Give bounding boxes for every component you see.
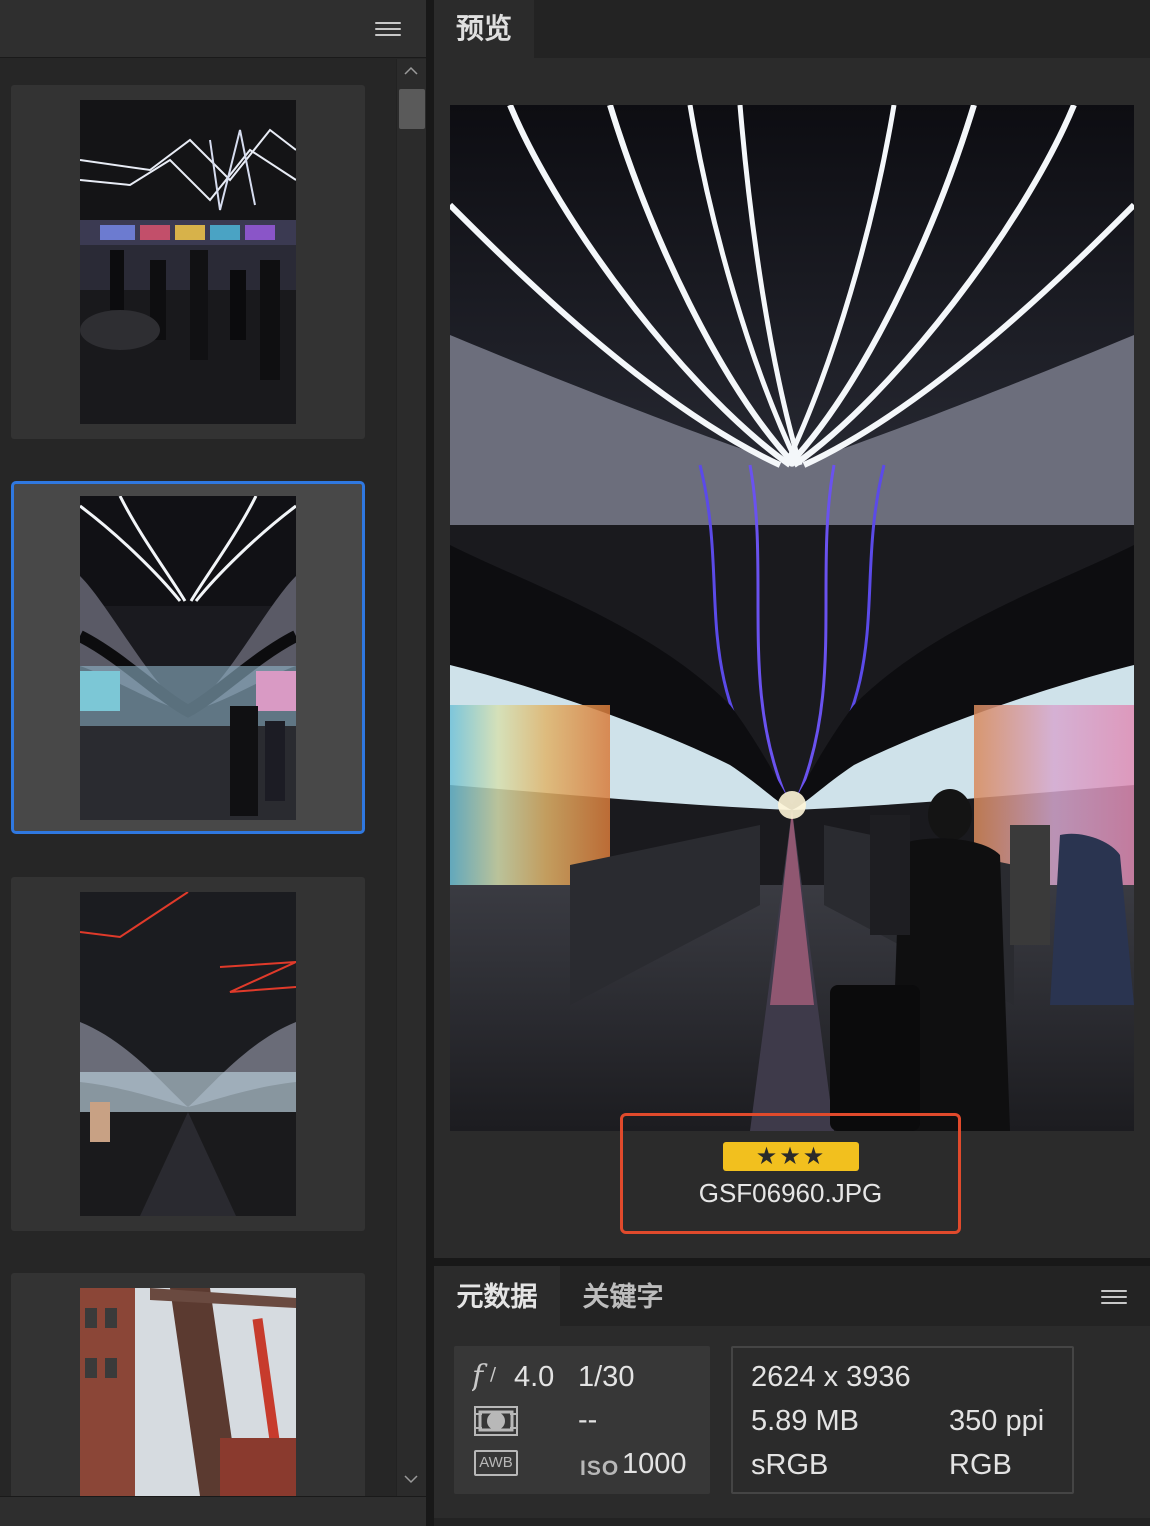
thumbnail-panel-header [0, 0, 426, 58]
panel-menu-icon[interactable] [375, 20, 401, 38]
metadata-tab-bar: 元数据 关键字 [434, 1266, 1150, 1326]
thumbnail-card[interactable] [11, 877, 365, 1231]
metadata-panel: 元数据 关键字 ƒ / 4.0 1/30 -- AWB ISO 1000 262… [434, 1266, 1150, 1526]
white-balance-icon: AWB [474, 1450, 518, 1476]
file-info-highlight [620, 1113, 961, 1234]
panel-splitter-horizontal[interactable] [434, 1258, 1150, 1266]
tab-preview[interactable]: 预览 [434, 0, 534, 58]
svg-text:ƒ: ƒ [472, 1359, 488, 1392]
iso-label: ISO [580, 1457, 620, 1480]
thumbnail-list [0, 59, 396, 1496]
aperture-icon: ƒ / [466, 1358, 506, 1394]
metering-mode-icon [474, 1406, 518, 1436]
thumbnail-panel-footer [0, 1496, 426, 1526]
shutter-speed: 1/30 [578, 1361, 635, 1393]
aperture-value: 4.0 [514, 1361, 555, 1393]
preview-tab-bar: 预览 [434, 0, 1150, 58]
chevron-down-icon[interactable] [397, 1467, 425, 1491]
thumbnail-image [80, 892, 296, 1216]
tab-metadata[interactable]: 元数据 [434, 1266, 560, 1326]
rating-stars[interactable]: ★★★ [723, 1142, 859, 1171]
file-size: 5.89 MB [751, 1405, 859, 1437]
thumbnail-card-selected[interactable] [11, 481, 365, 834]
panel-splitter[interactable] [426, 0, 434, 1526]
thumbnail-image [80, 100, 296, 424]
scrollbar-thumb[interactable] [399, 89, 425, 129]
thumbnail-card[interactable] [11, 1273, 365, 1496]
image-dimensions: 2624 x 3936 [751, 1361, 911, 1393]
metering-value: -- [578, 1404, 598, 1436]
chevron-up-icon[interactable] [397, 59, 425, 83]
metadata-panel-menu-icon[interactable] [1101, 1288, 1127, 1306]
file-name: GSF06960.JPG [698, 1178, 883, 1208]
metadata-panel-footer [434, 1518, 1150, 1526]
iso-value: 1000 [622, 1448, 687, 1480]
thumbnail-image [80, 1288, 296, 1496]
preview-panel: 预览 ★★★ GSF06960.JPG [434, 0, 1150, 1258]
color-profile: sRGB [751, 1449, 829, 1481]
tab-keywords[interactable]: 关键字 [560, 1266, 686, 1326]
thumbnail-card[interactable] [11, 85, 365, 439]
thumbnail-image [80, 496, 296, 820]
image-resolution: 350 ppi [949, 1405, 1045, 1437]
camera-settings-box: ƒ / 4.0 1/30 -- AWB ISO 1000 [454, 1346, 710, 1494]
file-properties-box: 2624 x 3936 5.89 MB 350 ppi sRGB RGB [731, 1346, 1074, 1494]
color-mode: RGB [949, 1449, 1012, 1481]
svg-text:/: / [490, 1364, 497, 1385]
preview-image [450, 105, 1134, 1131]
thumbnail-scrollbar[interactable] [396, 59, 426, 1496]
thumbnail-panel [0, 0, 426, 1526]
